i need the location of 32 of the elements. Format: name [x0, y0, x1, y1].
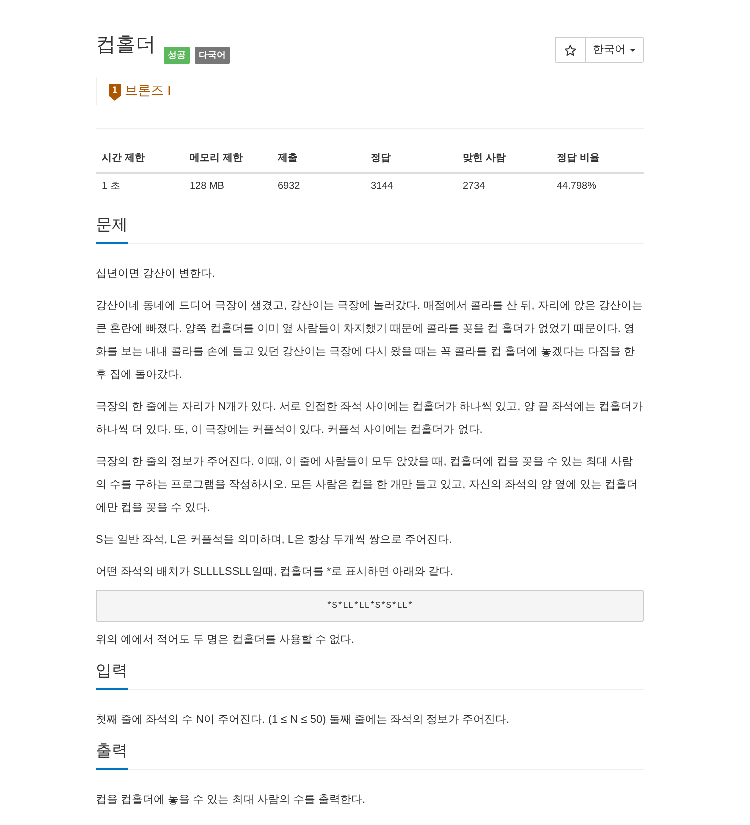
tier-label: 브론즈 I	[125, 82, 172, 100]
column-header: 맞힌 사람	[457, 146, 551, 173]
column-header: 시간 제한	[96, 146, 184, 173]
column-header: 제출	[272, 146, 365, 173]
table-cell: 44.798%	[551, 173, 644, 200]
column-header: 정답 비율	[551, 146, 644, 173]
section-heading: 출력	[96, 741, 128, 770]
problem-paragraph: 첫째 줄에 좌석의 수 N이 주어진다. (1 ≤ N ≤ 50) 둘째 줄에는 좌석의 정보가 주어진다.	[96, 713, 511, 728]
status-badge: 다국어	[195, 47, 230, 64]
problem-paragraph: 어떤 좌석의 배치가 SLLLLSSLL일때, 컵홀더를 *로 표시하면 아래와 같다.	[96, 565, 455, 580]
section-heading: 문제	[96, 215, 128, 244]
problem-title: 컵홀더	[96, 33, 156, 58]
status-badge: 성공	[164, 47, 190, 64]
problem-paragraph: 극장의 한 줄에는 자리가 N개가 있다. 서로 인접한 좌석 사이에는 컵홀더가 하나씩 있고, 양 끝 좌석에는 컵홀더가 하나씩 더 있다. 또, 이 극장에는 커플석이 있다. 커플석 사이에는 컵홀더가 없다.	[96, 400, 644, 438]
table-cell: 2734	[457, 173, 551, 200]
table-cell: 6932	[272, 173, 365, 200]
favorite-button[interactable]	[556, 38, 586, 62]
code-block: *S*LL*LL*S*S*LL*	[96, 590, 644, 622]
problem-paragraph: 십년이면 강산이 변한다.	[96, 267, 216, 282]
table-cell: 1 초	[96, 173, 184, 200]
problem-paragraph: 강산이네 동네에 드디어 극장이 생겼고, 강산이는 극장에 놀러갔다. 매점에서 콜라를 산 뒤, 자리에 앉은 강산이는 큰 혼란에 빠졌다. 양쪽 컵홀더를 이미 옆 사람들이 차지했기 때문에 콜라를 꽂을 컵 홀더가 없었기 때문이다. 영화를 보는 내내 콜라를 손에 들고 있던 강산이는 극장에 다시 왔을 때는 꼭 콜라를 컵 홀더에 놓겠다는 다짐을 한 후 집에 돌아갔다.	[96, 299, 644, 383]
problem-paragraph: 극장의 한 줄의 정보가 주어진다. 이때, 이 줄에 사람들이 모두 앉았을 때, 컵홀더에 컵을 꽂을 수 있는 최대 사람의 수를 구하는 프로그램을 작성하시오. 모든 사람은 컵을 한 개만 들고 있고, 자신의 좌석의 양 옆에 있는 컵홀더에만 컵을 꽂을 수 있다.	[96, 455, 640, 516]
column-header: 정답	[365, 146, 457, 173]
problem-paragraph: 위의 예에서 적어도 두 명은 컵홀더를 사용할 수 없다.	[96, 633, 356, 648]
problem-paragraph: 컵을 컵홀더에 놓을 수 있는 최대 사람의 수를 출력한다.	[96, 793, 367, 808]
table-cell: 128 MB	[184, 173, 272, 200]
tier-badge: 1	[109, 84, 121, 100]
problem-paragraph: S는 일반 좌석, L은 커플석을 의미하며, L은 항상 두개씩 쌍으로 주어진다.	[96, 533, 454, 548]
table-cell: 3144	[365, 173, 457, 200]
section-heading: 입력	[96, 661, 128, 690]
column-header: 메모리 제한	[184, 146, 272, 173]
caret-icon	[630, 48, 636, 52]
